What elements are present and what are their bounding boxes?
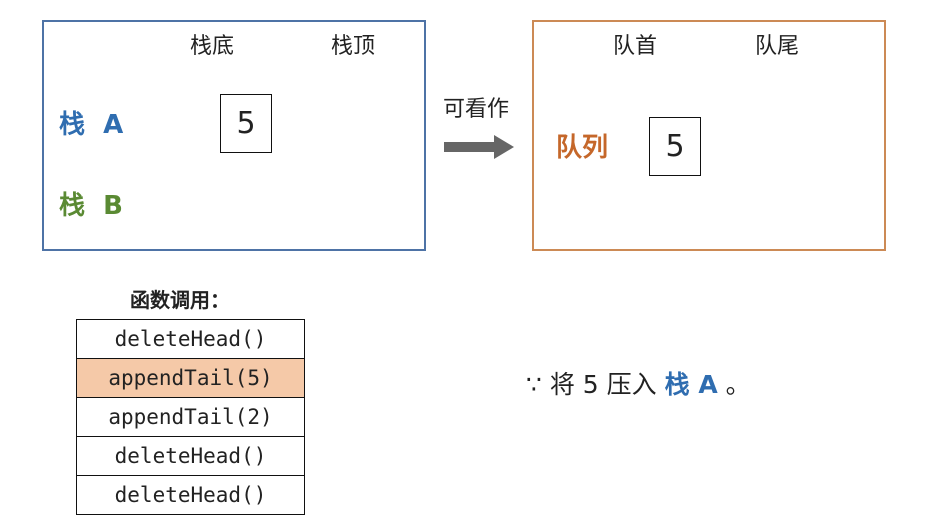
caption-prefix: ∵ 将 5 压入 (526, 370, 665, 399)
call-item: deleteHead() (77, 476, 304, 514)
queue-cell: 5 (649, 117, 701, 176)
calls-title: 函数调用： (130, 288, 230, 312)
caption-suffix: 。 (717, 370, 751, 399)
stack-top-header: 栈顶 (331, 34, 376, 59)
arrow-head (494, 135, 514, 159)
calls-list: deleteHead() appendTail(5) appendTail(2)… (76, 319, 305, 515)
call-item: deleteHead() (77, 320, 304, 359)
right-arrow-icon (444, 135, 514, 159)
call-item: appendTail(2) (77, 398, 304, 437)
queue-tail-header: 队尾 (755, 34, 800, 59)
stack-a-label: 栈 A (59, 110, 124, 140)
stack-a-cell: 5 (220, 94, 272, 153)
arrow-shaft (444, 142, 496, 152)
call-item-active: appendTail(5) (77, 359, 304, 398)
caption-emphasis: 栈 A (664, 370, 718, 399)
queue-label: 队列 (556, 133, 609, 163)
queue-head-header: 队首 (613, 34, 658, 59)
stack-bottom-header: 栈底 (190, 34, 235, 59)
arrow-label: 可看作 (443, 97, 510, 122)
caption: ∵ 将 5 压入 栈 A 。 (526, 370, 751, 400)
call-item: deleteHead() (77, 437, 304, 476)
stack-b-label: 栈 B (59, 191, 123, 221)
